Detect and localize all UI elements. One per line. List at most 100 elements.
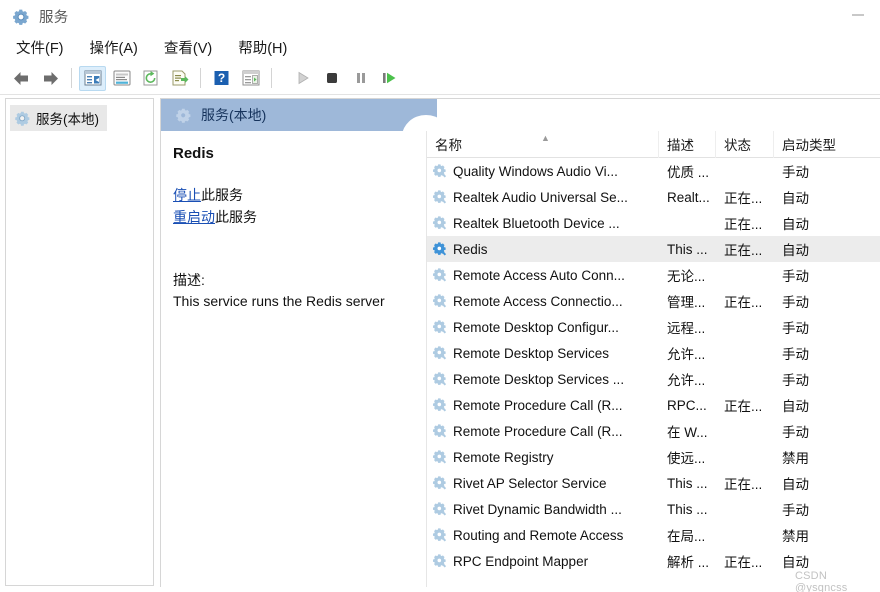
cell-status: 正在... (724, 477, 763, 492)
forward-button[interactable] (37, 66, 64, 91)
table-row[interactable]: Remote Procedure Call (R... RPC... 正在... 自动 (427, 392, 880, 418)
service-gear-icon (432, 164, 447, 178)
cell-description: 允许... (667, 373, 706, 388)
list-column-headers: 名称 ▲ 描述 状态 启动类型 (427, 131, 880, 158)
export-list-icon (172, 70, 188, 86)
cell-description (659, 210, 716, 236)
cell-name: Remote Desktop Services ... (427, 366, 659, 392)
cell-description: 优质 ... (667, 165, 710, 180)
properties-button[interactable] (108, 66, 135, 91)
minimize-button[interactable] (835, 0, 880, 30)
restart-service-link[interactable]: 重启动 (173, 209, 215, 225)
show-hide-tree-button[interactable] (79, 65, 106, 91)
cell-name-label: Remote Desktop Services ... (453, 371, 625, 387)
cell-description: 管理... (667, 295, 706, 310)
table-row[interactable]: Remote Desktop Services ... 允许... 手动 (427, 366, 880, 392)
table-row[interactable]: Remote Access Auto Conn... 无论... 手动 (427, 262, 880, 288)
table-row[interactable]: Realtek Audio Universal Se... Realt... 正在.… (427, 184, 880, 210)
cell-description: 允许... (667, 347, 706, 362)
cell-status (716, 340, 774, 366)
table-row[interactable]: Remote Registry 使远... 禁用 (427, 444, 880, 470)
refresh-button[interactable] (137, 66, 164, 91)
results-pane: 服务(本地) Redis 停止此服务 重启动此服务 描述: This servi… (160, 98, 880, 587)
service-gear-icon (432, 424, 447, 438)
cell-description: This ... (667, 501, 708, 517)
column-header-startup-type[interactable]: 启动类型 (774, 131, 877, 158)
cell-name-label: Remote Access Connectio... (453, 293, 623, 309)
service-gear-icon (432, 268, 447, 282)
banner-curve (399, 99, 437, 131)
cell-name: Quality Windows Audio Vi... (427, 158, 659, 184)
cell-description: 解析 ... (667, 555, 710, 570)
cell-name-label: Remote Desktop Services (453, 345, 610, 361)
menu-help[interactable]: 帮助(H) (233, 35, 298, 60)
cell-startup-type: 自动 (782, 399, 809, 414)
cell-status: 正在... (724, 555, 763, 570)
column-header-name[interactable]: 名称 ▲ (427, 131, 659, 158)
cell-name: Remote Desktop Configur... (427, 314, 659, 340)
description-text: This service runs the Redis server (173, 293, 385, 309)
cell-description: This ... (667, 475, 708, 491)
service-gear-icon (432, 554, 447, 568)
back-button[interactable] (8, 66, 35, 91)
stop-service-button[interactable] (318, 66, 345, 91)
toolbar-separator-2 (200, 68, 201, 88)
cell-name-label: Quality Windows Audio Vi... (453, 163, 618, 179)
minimize-icon (851, 14, 864, 16)
table-row[interactable]: Remote Desktop Services 允许... 手动 (427, 340, 880, 366)
help-question-icon: ? (214, 71, 229, 85)
restart-service-button[interactable] (376, 66, 403, 91)
help-button[interactable]: ? (208, 66, 235, 91)
export-list-button[interactable] (166, 66, 193, 91)
cell-name-label: Rivet Dynamic Bandwidth ... (453, 501, 622, 517)
cell-description: Realt... (667, 189, 710, 205)
service-gear-icon (432, 502, 447, 516)
service-gear-icon (432, 450, 447, 464)
menu-action[interactable]: 操作(A) (85, 35, 149, 60)
table-row[interactable]: Realtek Bluetooth Device ... 正在... 自动 (427, 210, 880, 236)
cell-name-label: Routing and Remote Access (453, 527, 624, 543)
stop-service-link[interactable]: 停止 (173, 187, 201, 203)
column-header-description[interactable]: 描述 (659, 131, 716, 158)
table-row[interactable]: Rivet Dynamic Bandwidth ... This ... 手动 (427, 496, 880, 522)
main-content: 服务(本地) 服务(本地) Redis 停止此服务 重启动此服务 描述: Thi… (0, 95, 880, 592)
table-row[interactable]: Remote Procedure Call (R... 在 W... 手动 (427, 418, 880, 444)
cell-name: Remote Access Auto Conn... (427, 262, 659, 288)
table-row[interactable]: Remote Access Connectio... 管理... 正在... 手动 (427, 288, 880, 314)
table-row[interactable]: Rivet AP Selector Service This ... 正在... 自动 (427, 470, 880, 496)
description-label: 描述: (173, 272, 205, 288)
menu-file[interactable]: 文件(F) (11, 35, 75, 60)
cell-status: 正在... (724, 191, 763, 206)
table-row[interactable]: RPC Endpoint Mapper 解析 ... 正在... 自动 (427, 548, 880, 574)
table-row[interactable]: Redis This ... 正在... 自动 (427, 236, 880, 262)
banner-background (161, 99, 401, 131)
cell-startup-type: 自动 (782, 191, 809, 206)
cell-name: Rivet Dynamic Bandwidth ... (427, 496, 659, 522)
cell-status (716, 418, 774, 444)
table-row[interactable]: Quality Windows Audio Vi... 优质 ... 手动 (427, 158, 880, 184)
action-pane-icon (242, 70, 259, 86)
menu-view[interactable]: 查看(V) (159, 35, 223, 60)
column-header-status[interactable]: 状态 (716, 131, 774, 158)
cell-description: 在 W... (667, 425, 708, 440)
start-service-button[interactable] (289, 66, 316, 91)
cell-name: Remote Procedure Call (R... (427, 392, 659, 418)
service-gear-icon (432, 242, 447, 256)
pause-service-button[interactable] (347, 66, 374, 91)
column-header-startup-type-label: 启动类型 (782, 138, 836, 153)
stop-service-suffix: 此服务 (201, 187, 243, 203)
table-row[interactable]: Routing and Remote Access 在局... 禁用 (427, 522, 880, 548)
cell-startup-type: 自动 (782, 217, 809, 232)
cell-status (716, 262, 774, 288)
cell-startup-type: 自动 (782, 243, 809, 258)
cell-status (716, 314, 774, 340)
toolbar-separator-1 (71, 68, 72, 88)
properties-icon (113, 70, 130, 86)
show-action-pane-button[interactable] (237, 66, 264, 91)
restart-service-line: 重启动此服务 (173, 206, 414, 228)
tree-node-services-local[interactable]: 服务(本地) (10, 105, 107, 131)
cell-startup-type: 禁用 (782, 529, 809, 544)
table-row[interactable]: Remote Desktop Configur... 远程... 手动 (427, 314, 880, 340)
menu-bar: 文件(F) 操作(A) 查看(V) 帮助(H) (0, 33, 880, 62)
results-banner: 服务(本地) (161, 99, 437, 131)
